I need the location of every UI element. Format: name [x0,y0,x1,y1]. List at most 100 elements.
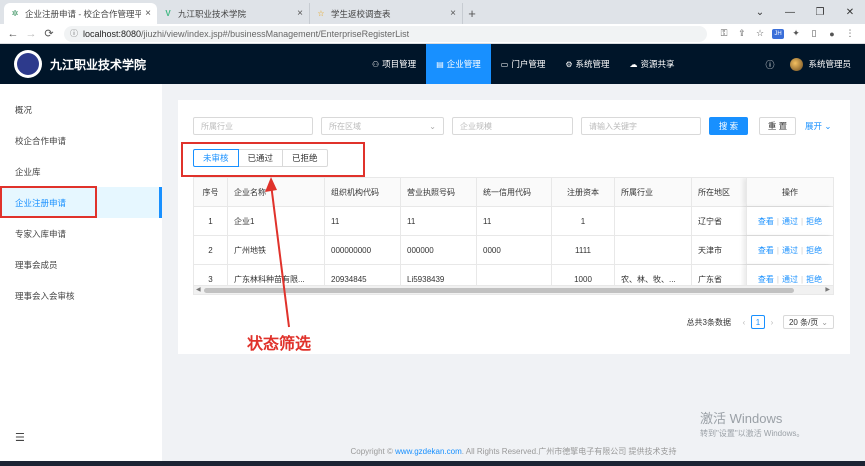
restore-icon[interactable]: ❐ [805,7,835,18]
browser-toolbar: ⚿ ⇪ ☆ JH ✦ ▯ ● ⋮ [715,28,859,39]
sidebar-item-expert-apply[interactable]: 专家入库申请 [0,218,162,249]
nav-portal-management[interactable]: ▭ 门户管理 [491,44,556,84]
reload-icon[interactable]: ⟳ [42,27,56,40]
back-icon[interactable]: ← [6,28,20,40]
scale-placeholder: 企业规模 [460,121,492,131]
sidebar-item-council-review[interactable]: 理事会入会审核 [0,280,162,311]
url-field[interactable]: ⓘ localhost:8080/jiuzhi/view/index.jsp#/… [64,25,707,42]
info-icon[interactable]: ⓘ [70,28,78,39]
nav-enterprise-management[interactable]: ▤ 企业管理 [426,44,491,84]
chevron-down-icon: ⌄ [822,121,832,131]
browser-tab-title: 学生返校调查表 [331,8,391,19]
window-controls: ⌄ — ❐ ✕ [745,0,865,24]
scale-select[interactable]: 企业规模 [452,117,573,135]
scroll-right-icon[interactable]: ▶ [825,286,830,293]
reject-link[interactable]: 拒绝 [806,216,822,227]
app-header: 九江职业技术学院 ⚇ 项目管理 ▤ 企业管理 ▭ 门户管理 ⚙ 系统管理 ☁ 资源共享 ⓘ… [0,44,865,84]
gear-icon: ✲ [11,9,19,18]
region-select[interactable]: 所在区域 ⌄ [321,117,444,135]
approve-link[interactable]: 通过 [782,245,798,256]
view-link[interactable]: 查看 [758,216,774,227]
page-size-select[interactable]: 20 条/页 ⌄ [782,315,834,329]
search-button[interactable]: 搜 索 [709,117,748,135]
nav-label: 企业管理 [446,59,481,69]
industry-select[interactable]: 所属行业 [193,117,313,135]
footer-suffix: . All Rights Reserved.广州市德擎电子有限公司 提供技术支持 [461,447,677,456]
keyword-input[interactable]: 请输入关键字 [581,117,701,135]
enterprise-icon: ▤ [436,59,444,69]
sidepanel-icon[interactable]: ▯ [805,28,823,39]
sidebar: 概况 校企合作申请 企业库 企业注册申请 专家入库申请 理事会成员 理事会入会审… [0,84,162,466]
close-icon[interactable]: × [297,8,303,19]
puzzle-icon[interactable]: ✦ [787,28,805,39]
menu-icon[interactable]: ⋮ [841,28,859,39]
sidebar-item-label: 校企合作申请 [15,135,67,146]
browser-tab-title: 企业注册申请 - 校企合作管理平台 [25,8,142,19]
key-icon[interactable]: ⚿ [715,28,733,39]
top-nav: ⚇ 项目管理 ▤ 企业管理 ▭ 门户管理 ⚙ 系统管理 ☁ 资源共享 [362,44,685,84]
expand-button[interactable]: 展开 ⌄ [805,120,832,132]
close-icon[interactable]: × [450,8,456,19]
profile-icon[interactable]: ● [823,29,841,39]
reject-link[interactable]: 拒绝 [806,245,822,256]
region-placeholder: 所在区域 [329,121,361,131]
scroll-left-icon[interactable]: ◀ [196,286,201,293]
nav-system-management[interactable]: ⚙ 系统管理 [555,44,619,84]
new-tab-button[interactable]: + [463,3,481,24]
table-cell: 11 [401,207,477,235]
column-header: 注册资本 [552,178,615,206]
annotation-label: 状态筛选 [247,336,312,353]
chevron-down-icon[interactable]: ⌄ [745,7,775,18]
user-name[interactable]: 系统管理员 [808,58,851,70]
browser-tab-bar: ✲ 企业注册申请 - 校企合作管理平台 × V 九江职业技术学院 × ☆ 学生返… [0,0,865,24]
scrollbar-thumb[interactable] [204,288,794,293]
extension-icon[interactable]: JH [772,28,784,39]
browser-tab-1[interactable]: ✲ 企业注册申请 - 校企合作管理平台 × [4,3,157,24]
sidebar-item-label: 理事会入会审核 [15,290,75,301]
share-icon[interactable]: ⇪ [733,28,751,39]
next-page-icon[interactable]: › [765,318,779,327]
avatar[interactable] [790,57,804,71]
nav-label: 项目管理 [382,59,417,69]
nav-label: 资源共享 [640,59,675,69]
nav-label: 系统管理 [575,59,610,69]
horizontal-scrollbar[interactable]: ◀ ▶ [194,285,833,294]
school-logo [14,50,42,78]
question-icon[interactable]: ⓘ [765,58,774,71]
approve-link[interactable]: 通过 [782,274,798,285]
taskbar [0,461,865,466]
table-cell: 0000 [477,236,552,264]
browser-tab-2[interactable]: V 九江职业技术学院 × [157,3,310,24]
close-icon[interactable]: × [145,8,151,19]
chevron-down-icon: ⌄ [821,317,828,327]
table-cell: 天津市 [692,236,752,264]
view-link[interactable]: 查看 [758,245,774,256]
prev-page-icon[interactable]: ‹ [737,318,751,327]
approve-link[interactable]: 通过 [782,216,798,227]
reject-link[interactable]: 拒绝 [806,274,822,285]
close-window-icon[interactable]: ✕ [835,7,865,18]
menu-fold-icon[interactable]: ☰ [15,431,25,444]
minimize-icon[interactable]: — [775,7,805,18]
footer-link[interactable]: www.gzdekan.com [395,447,462,456]
bookmark-star-icon[interactable]: ☆ [751,28,769,39]
monitor-icon: ▭ [500,59,509,69]
user-area: ⓘ 系统管理员 [765,44,851,84]
sidebar-item-overview[interactable]: 概况 [0,94,162,125]
sidebar-item-cooperation-apply[interactable]: 校企合作申请 [0,125,162,156]
browser-tab-3[interactable]: ☆ 学生返校调查表 × [310,3,463,24]
forward-icon[interactable]: → [24,28,38,40]
table-cell: 2 [194,236,228,264]
project-icon: ⚇ [372,59,380,69]
column-header: 统一信用代码 [477,178,552,206]
sidebar-item-enterprise-library[interactable]: 企业库 [0,156,162,187]
tab-pending[interactable]: 未审核 [193,149,239,167]
nav-project-management[interactable]: ⚇ 项目管理 [362,44,426,84]
cloud-icon: ☁ [629,59,638,69]
sidebar-item-council-members[interactable]: 理事会成员 [0,249,162,280]
page-number[interactable]: 1 [750,315,765,329]
nav-resource-sharing[interactable]: ☁ 资源共享 [620,44,685,84]
watermark-line1: 激活 Windows [700,411,783,426]
view-link[interactable]: 查看 [758,274,774,285]
reset-button[interactable]: 重 置 [759,117,796,135]
